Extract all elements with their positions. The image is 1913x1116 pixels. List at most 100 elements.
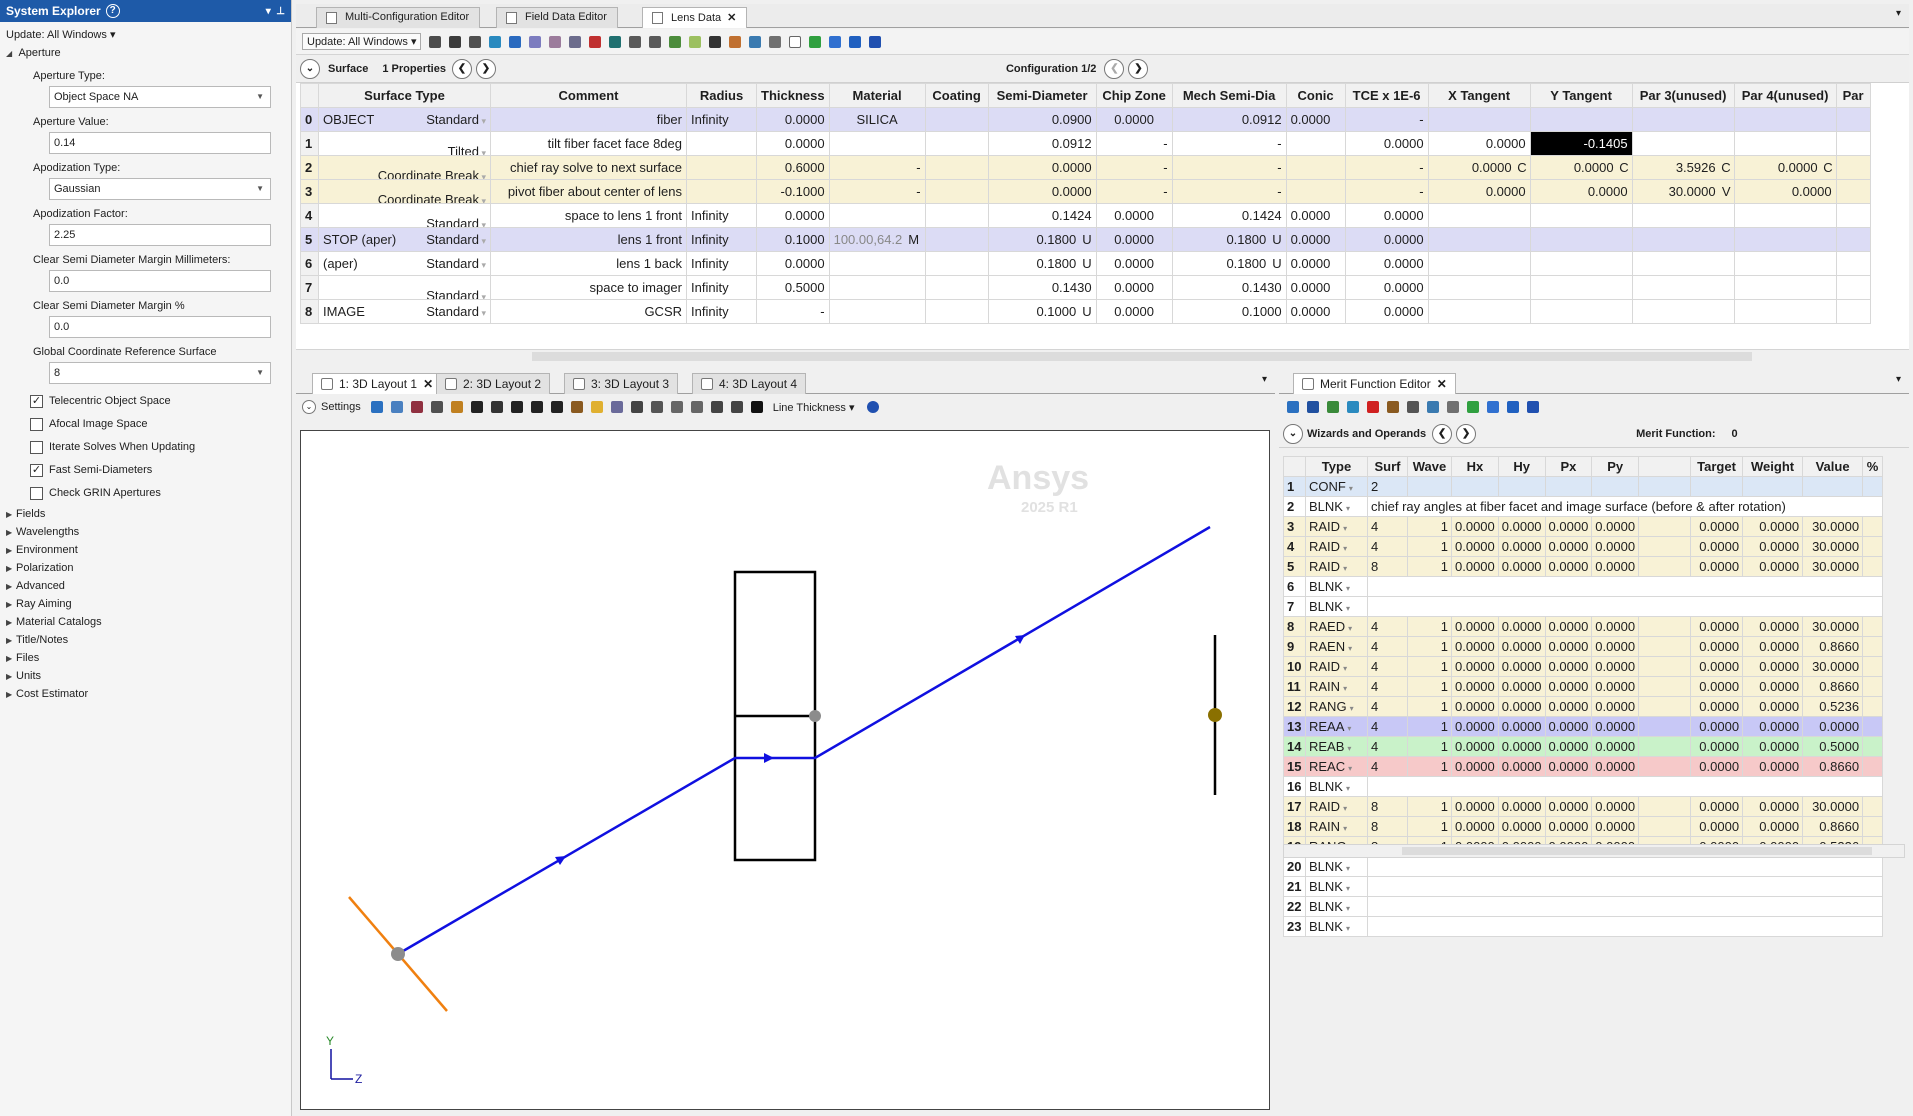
surf-cell[interactable]: 2: [1367, 476, 1408, 497]
empty-cell[interactable]: [1366, 596, 1884, 617]
semi-diameter-cell[interactable]: 0.1430: [987, 275, 1097, 300]
parameter-cell[interactable]: [1427, 227, 1531, 252]
apodization-factor-input[interactable]: 2.25: [49, 224, 271, 246]
solve-flag[interactable]: U: [1082, 256, 1091, 271]
column-header[interactable]: Thickness: [756, 83, 830, 108]
weight-cell[interactable]: 0.0000: [1742, 716, 1804, 737]
column-header[interactable]: TCE x 1E-6: [1344, 83, 1429, 108]
operand-row[interactable]: 18 RAIN ▾ 8 1 0.0000 0.0000 0.0000 0.0000 0.0000 0…: [1283, 816, 1884, 837]
surf-cell[interactable]: 4: [1367, 536, 1408, 557]
operand-type-cell[interactable]: RAID ▾: [1305, 656, 1368, 677]
parameter-cell[interactable]: [1529, 299, 1633, 324]
parameter-cell[interactable]: 0.0000: [1733, 179, 1837, 204]
px-cell[interactable]: [1544, 476, 1593, 497]
wave-cell[interactable]: 1: [1407, 516, 1452, 537]
parameter-cell[interactable]: [1631, 227, 1735, 252]
thickness-cell[interactable]: 0.1000: [756, 227, 830, 252]
checkbox-row[interactable]: Check GRIN Apertures: [0, 482, 291, 505]
operand-row[interactable]: 5 RAID ▾ 8 1 0.0000 0.0000 0.0000 0.0000 0.0000 0.…: [1283, 556, 1884, 577]
solve-flag[interactable]: C: [1619, 160, 1628, 175]
target-cell[interactable]: 0.0000: [1690, 556, 1744, 577]
explorer-section[interactable]: ▶ Polarization: [0, 559, 291, 577]
layout-tool-icon[interactable]: [729, 399, 745, 415]
operand-number[interactable]: 7: [1283, 596, 1306, 617]
operand-row[interactable]: 20 BLNK ▾: [1283, 856, 1884, 877]
lens-tool-icon[interactable]: [867, 34, 883, 50]
operand-number[interactable]: 17: [1283, 796, 1306, 817]
conic-cell[interactable]: 0.0000: [1285, 107, 1346, 132]
lens-tool-icon[interactable]: [687, 34, 703, 50]
hx-cell[interactable]: 0.0000: [1451, 516, 1499, 537]
semi-diameter-cell[interactable]: 0.1424: [987, 203, 1097, 228]
layout-tool-icon[interactable]: [609, 399, 625, 415]
hy-cell[interactable]: 0.0000: [1497, 636, 1546, 657]
tce-cell[interactable]: 0.0000: [1344, 275, 1429, 300]
parameter-cell[interactable]: [1631, 299, 1735, 324]
material-cell[interactable]: [828, 251, 926, 276]
comment-cell[interactable]: space to lens 1 front: [490, 203, 687, 228]
parameter-cell[interactable]: [1835, 131, 1871, 156]
operand-number[interactable]: 13: [1283, 716, 1306, 737]
target-cell[interactable]: 0.0000: [1690, 756, 1744, 777]
operand-number[interactable]: 9: [1283, 636, 1306, 657]
operand-type-cell[interactable]: BLNK ▾: [1305, 876, 1368, 897]
surface-number[interactable]: 2: [300, 155, 319, 180]
layout-tool-icon[interactable]: [389, 399, 405, 415]
px-cell[interactable]: 0.0000: [1544, 816, 1593, 837]
explorer-section[interactable]: ▶ Wavelengths: [0, 523, 291, 541]
surf-cell[interactable]: 4: [1367, 636, 1408, 657]
weight-cell[interactable]: 0.0000: [1742, 676, 1804, 697]
operand-type-cell[interactable]: RAIN ▾: [1305, 676, 1368, 697]
operand-row[interactable]: 14 REAB ▾ 4 1 0.0000 0.0000 0.0000 0.0000 0.0000 0…: [1283, 736, 1884, 757]
material-cell[interactable]: [828, 203, 926, 228]
conic-cell[interactable]: [1285, 155, 1346, 180]
chip-zone-cell[interactable]: 0.0000: [1095, 227, 1173, 252]
lens-surface-row[interactable]: 5 STOP (aper) Standard ▾ lens 1 front Infini…: [300, 227, 1871, 252]
operand-type-cell[interactable]: BLNK ▾: [1305, 576, 1368, 597]
py-cell[interactable]: 0.0000: [1591, 616, 1640, 637]
empty-cell[interactable]: [1366, 856, 1884, 877]
hx-cell[interactable]: [1451, 476, 1499, 497]
surf-cell[interactable]: 4: [1367, 756, 1408, 777]
operand-number[interactable]: 2: [1283, 496, 1306, 517]
window-menu-icon[interactable]: ▾: [1896, 374, 1901, 385]
target-cell[interactable]: 0.0000: [1690, 516, 1744, 537]
tce-cell[interactable]: 0.0000: [1344, 299, 1429, 324]
layout-tool-icon[interactable]: [749, 399, 765, 415]
mech-semi-dia-cell[interactable]: 0.1800 U: [1171, 251, 1287, 276]
py-cell[interactable]: 0.0000: [1591, 536, 1640, 557]
surf-cell[interactable]: 4: [1367, 716, 1408, 737]
explorer-section[interactable]: ▶ Units: [0, 667, 291, 685]
mfe-tool-icon[interactable]: [1485, 399, 1501, 415]
thickness-cell[interactable]: -: [756, 299, 830, 324]
px-cell[interactable]: 0.0000: [1544, 516, 1593, 537]
solve-flag[interactable]: U: [1272, 232, 1281, 247]
column-header[interactable]: Semi-Diameter: [987, 83, 1097, 108]
help-icon[interactable]: ?: [105, 4, 120, 18]
surface-number[interactable]: 8: [300, 299, 319, 324]
comment-cell[interactable]: fiber: [490, 107, 687, 132]
px-cell[interactable]: 0.0000: [1544, 796, 1593, 817]
column-header[interactable]: Conic: [1285, 83, 1346, 108]
column-header[interactable]: [1283, 456, 1306, 477]
operand-type-cell[interactable]: BLNK ▾: [1305, 916, 1368, 937]
hx-cell[interactable]: 0.0000: [1451, 816, 1499, 837]
radius-cell[interactable]: Infinity: [686, 227, 757, 252]
mech-semi-dia-cell[interactable]: 0.0912: [1171, 107, 1287, 132]
comment-cell[interactable]: lens 1 front: [490, 227, 687, 252]
layout-tool-icon[interactable]: [409, 399, 425, 415]
parameter-cell[interactable]: [1835, 155, 1871, 180]
column-header[interactable]: Hy: [1497, 456, 1546, 477]
column-header[interactable]: %: [1862, 456, 1884, 477]
column-header[interactable]: Surf: [1367, 456, 1408, 477]
column-header[interactable]: Px: [1544, 456, 1593, 477]
collapse-settings-icon[interactable]: ⌄: [302, 400, 316, 414]
material-cell[interactable]: 100.00,64.2 M: [828, 227, 926, 252]
surf-cell[interactable]: 8: [1367, 816, 1408, 837]
column-header[interactable]: Py: [1591, 456, 1640, 477]
operand-number[interactable]: 1: [1283, 476, 1306, 497]
comment-cell[interactable]: tilt fiber facet face 8deg: [490, 131, 687, 156]
thickness-cell[interactable]: 0.0000: [756, 107, 830, 132]
empty-cell[interactable]: [1366, 876, 1884, 897]
weight-cell[interactable]: 0.0000: [1742, 696, 1804, 717]
